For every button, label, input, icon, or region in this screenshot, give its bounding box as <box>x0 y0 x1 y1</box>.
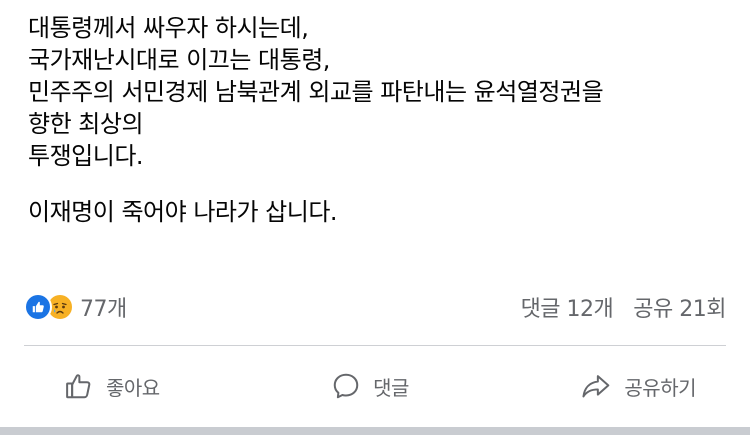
reactions-bar: 77개 댓글 12개 공유 21회 <box>24 290 726 324</box>
post-text: 대통령께서 싸우자 하시는데, 국가재난시대로 이끄는 대통령, 민주주의 서민… <box>28 12 728 228</box>
post-line: 민주주의 서민경제 남북관계 외교를 파탄내는 윤석열정권을 <box>28 78 604 106</box>
share-button[interactable]: 공유하기 <box>580 371 696 401</box>
post-line: 향한 최상의 <box>28 110 144 138</box>
share-arrow-icon <box>580 371 612 401</box>
share-count-link[interactable]: 공유 21회 <box>633 291 726 323</box>
post-line: 투쟁입니다. <box>28 142 144 170</box>
reaction-summary[interactable]: 77개 <box>24 291 127 323</box>
post-stats: 댓글 12개 공유 21회 <box>521 291 727 323</box>
thumbs-up-icon <box>64 371 94 401</box>
comment-count-link[interactable]: 댓글 12개 <box>521 291 614 323</box>
post-line: 대통령께서 싸우자 하시는데, <box>28 14 309 42</box>
feed-separator <box>0 427 750 435</box>
reaction-count: 77개 <box>80 297 127 322</box>
post-line: 이재명이 죽어야 나라가 삽니다. <box>28 198 338 226</box>
like-button[interactable]: 좋아요 <box>64 371 160 401</box>
post-line: 국가재난시대로 이끄는 대통령, <box>28 46 330 74</box>
comment-button[interactable]: 댓글 <box>331 371 409 401</box>
share-button-label: 공유하기 <box>624 375 696 400</box>
divider <box>24 345 726 346</box>
comment-bubble-icon <box>331 371 361 401</box>
reaction-icons <box>24 293 74 321</box>
like-button-label: 좋아요 <box>106 375 160 400</box>
comment-button-label: 댓글 <box>373 375 409 400</box>
like-icon <box>24 293 52 321</box>
action-bar: 좋아요 댓글 공유하기 <box>24 360 726 412</box>
